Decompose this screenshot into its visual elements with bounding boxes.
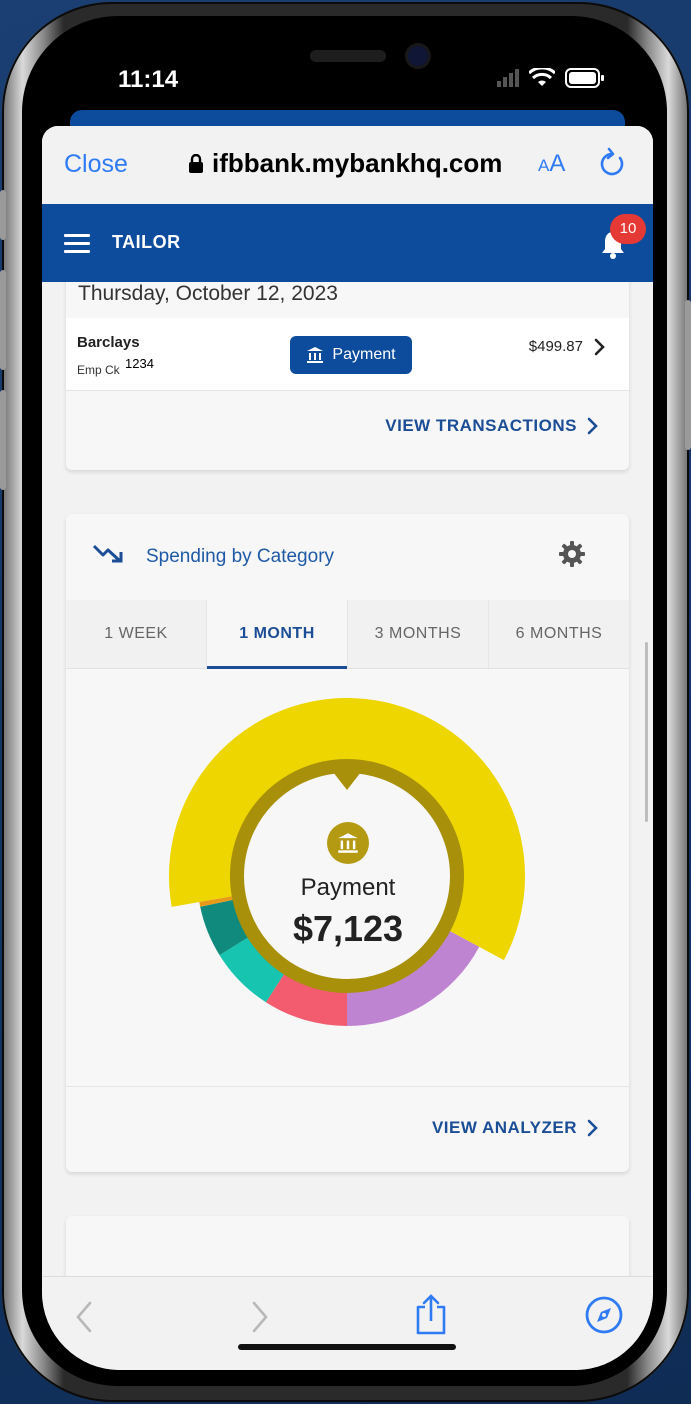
transaction-account: Emp Ck 1234 — [77, 354, 196, 384]
trending-down-icon — [92, 544, 123, 563]
tab-1-month[interactable]: 1 MONTH — [207, 600, 348, 669]
signal-icon — [497, 69, 519, 87]
wifi-icon — [529, 68, 555, 86]
lock-icon — [189, 153, 203, 173]
menu-icon[interactable] — [64, 234, 90, 258]
text-size-button[interactable]: AA — [538, 150, 565, 178]
front-camera — [408, 46, 428, 66]
transaction-payee: Barclays — [77, 334, 140, 351]
compass-icon[interactable] — [584, 1295, 624, 1335]
phone-screen: 11:14 Close ifbbank.mybankhq.com AA TAIL… — [42, 32, 653, 1370]
transactions-card: Thursday, October 12, 2023 Barclays Emp … — [66, 282, 629, 470]
chevron-right-icon — [587, 417, 598, 435]
account-number: 1234 — [125, 354, 196, 380]
power-button — [685, 300, 691, 450]
home-indicator — [238, 1344, 456, 1350]
status-time: 11:14 — [118, 66, 179, 93]
spending-card: Spending by Category 1 WEEK 1 MONTH 3 MO… — [66, 514, 629, 1172]
page-content: Thursday, October 12, 2023 Barclays Emp … — [42, 282, 653, 1292]
url-display[interactable]: ifbbank.mybankhq.com — [188, 148, 502, 179]
chevron-right-icon — [587, 1119, 598, 1137]
bank-icon — [307, 347, 324, 363]
bank-icon — [338, 833, 358, 853]
status-icons — [497, 68, 605, 88]
browser-address-bar: Close ifbbank.mybankhq.com AA — [42, 126, 653, 204]
tab-3-months[interactable]: 3 MONTHS — [348, 600, 489, 668]
view-transactions-link[interactable]: VIEW TRANSACTIONS — [385, 416, 599, 436]
spending-title: Spending by Category — [146, 546, 335, 567]
close-button[interactable]: Close — [64, 150, 128, 179]
tab-1-week[interactable]: 1 WEEK — [66, 600, 207, 668]
battery-icon — [565, 68, 604, 88]
chevron-right-icon[interactable] — [593, 336, 607, 358]
app-header: TAILOR 10 — [42, 204, 653, 282]
scrollbar[interactable] — [645, 642, 648, 822]
center-category-badge — [327, 822, 369, 864]
payment-type-badge[interactable]: Payment — [290, 336, 412, 374]
forward-icon[interactable] — [248, 1299, 272, 1335]
transaction-row[interactable]: Barclays Emp Ck 1234 Payment $499.87 — [66, 318, 629, 391]
view-analyzer-label: VIEW ANALYZER — [431, 1118, 577, 1137]
share-icon[interactable] — [414, 1293, 448, 1337]
period-tabs: 1 WEEK 1 MONTH 3 MONTHS 6 MONTHS — [66, 600, 629, 669]
tab-6-months[interactable]: 6 MONTHS — [489, 600, 629, 668]
notch — [192, 32, 503, 88]
center-category-amount: $7,123 — [292, 908, 404, 949]
volume-up-button — [0, 270, 6, 370]
app-brand: TAILOR — [112, 232, 181, 252]
transaction-amount: $499.87 — [528, 338, 583, 355]
earpiece-speaker — [310, 50, 386, 62]
transaction-date: Thursday, October 12, 2023 — [78, 282, 338, 305]
view-transactions-label: VIEW TRANSACTIONS — [385, 416, 577, 435]
browser-sheet: Close ifbbank.mybankhq.com AA TAILOR 10 … — [42, 126, 653, 1370]
url-text: ifbbank.mybankhq.com — [212, 148, 503, 178]
back-icon[interactable] — [72, 1299, 96, 1335]
view-analyzer-link[interactable]: VIEW ANALYZER — [432, 1118, 599, 1138]
browser-toolbar — [42, 1276, 653, 1370]
center-category-label: Payment — [300, 874, 396, 901]
gear-icon[interactable] — [558, 540, 586, 568]
card-divider — [66, 1086, 629, 1087]
reload-icon[interactable] — [598, 146, 626, 178]
account-label: Emp Ck — [77, 363, 120, 378]
mute-switch — [0, 190, 6, 240]
volume-down-button — [0, 390, 6, 490]
notification-badge: 10 — [610, 214, 646, 244]
payment-type-label: Payment — [332, 346, 396, 363]
